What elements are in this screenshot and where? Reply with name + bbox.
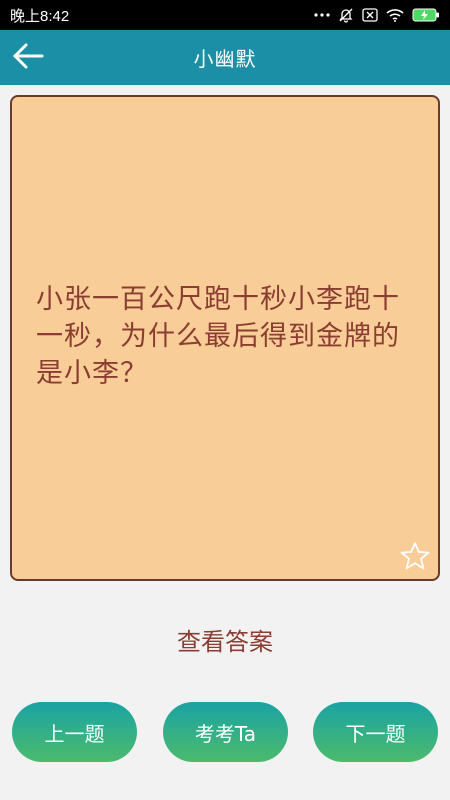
prev-question-button[interactable]: 上一题 xyxy=(12,702,137,762)
app-bar: 小幽默 xyxy=(0,30,450,85)
question-text: 小张一百公尺跑十秒小李跑十一秒，为什么最后得到金牌的是小李？ xyxy=(36,284,400,389)
status-icons xyxy=(314,7,440,23)
back-button[interactable] xyxy=(8,38,48,78)
question-card: 小张一百公尺跑十秒小李跑十一秒，为什么最后得到金牌的是小李？ xyxy=(10,95,440,581)
next-question-button[interactable]: 下一题 xyxy=(313,702,438,762)
x-box-icon xyxy=(362,8,378,22)
wifi-icon xyxy=(386,8,404,22)
battery-charging-icon xyxy=(412,8,440,22)
page-title: 小幽默 xyxy=(193,47,257,71)
status-time: 晚上8:42 xyxy=(10,7,70,25)
favorite-star-icon[interactable] xyxy=(400,541,430,571)
quiz-ta-button[interactable]: 考考Ta xyxy=(163,702,288,762)
view-answer-link[interactable]: 查看答案 xyxy=(0,622,450,657)
status-bar: 晚上8:42 xyxy=(0,0,450,30)
back-arrow-icon xyxy=(12,42,44,74)
mute-bell-icon xyxy=(338,7,354,23)
dots-icon xyxy=(314,12,330,18)
